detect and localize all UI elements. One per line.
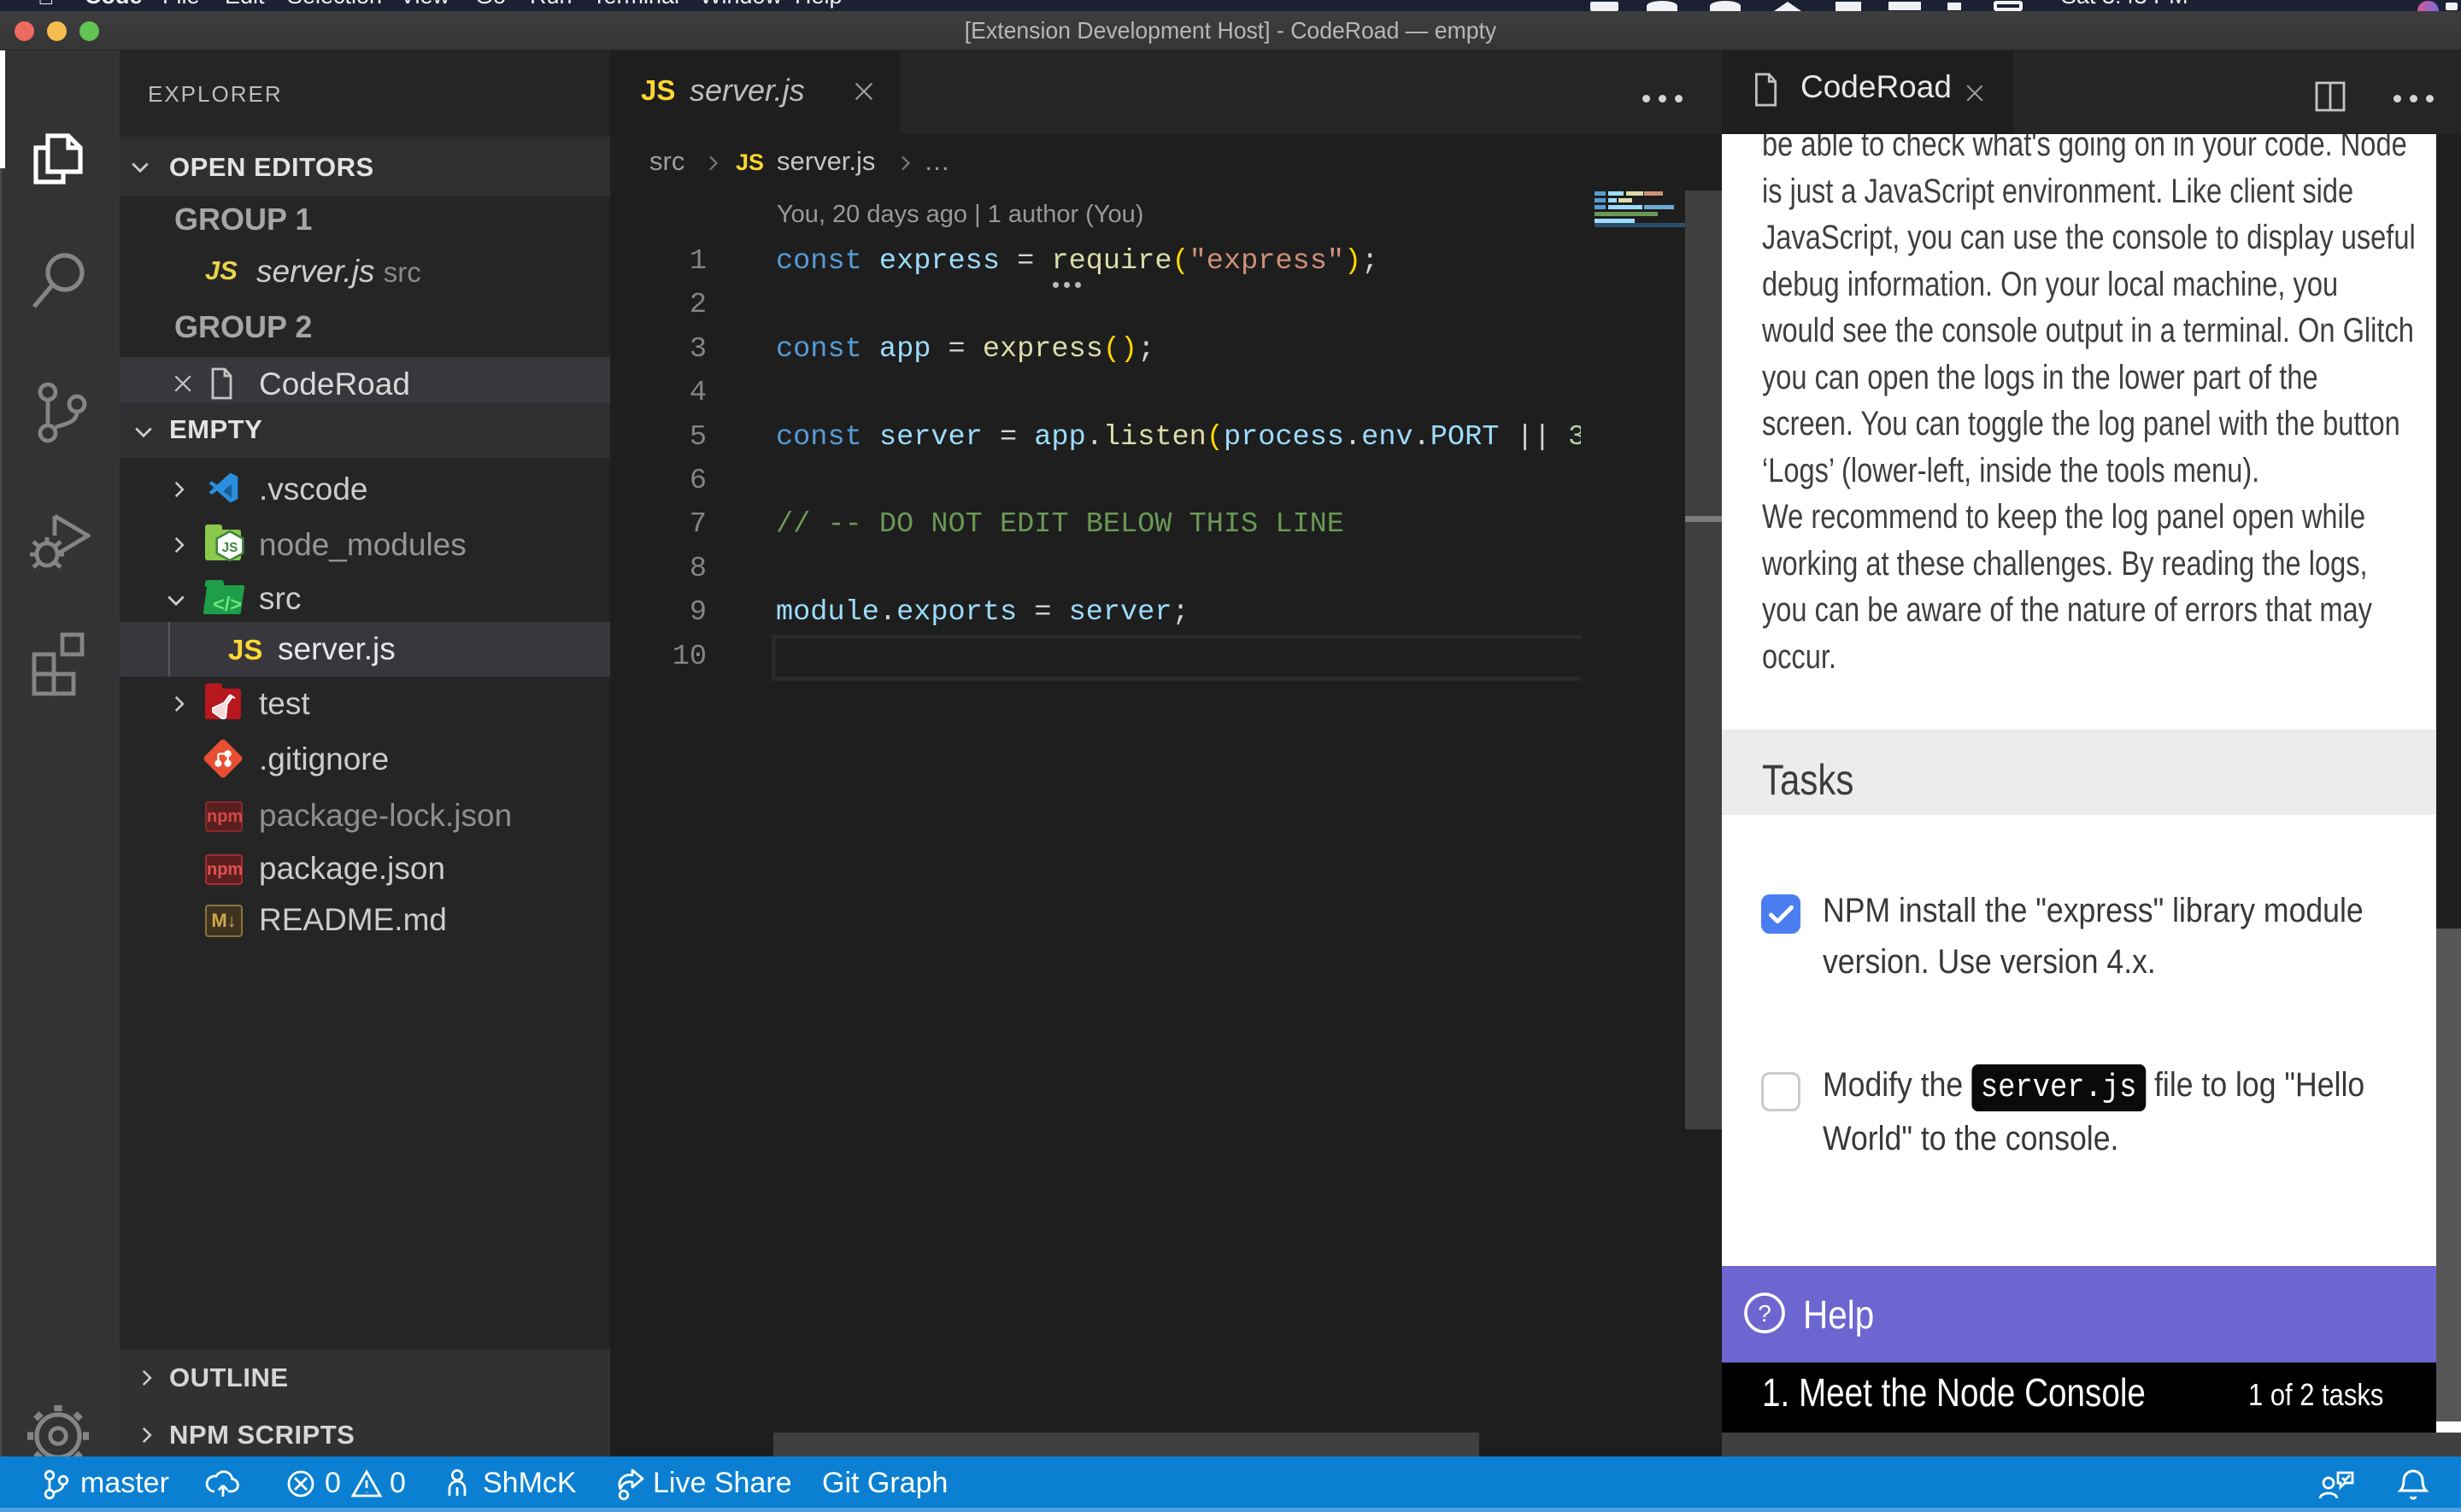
svg-text:JS: JS	[222, 541, 238, 555]
svg-text:</>: </>	[213, 593, 242, 615]
svg-text:?: ?	[1758, 1300, 1771, 1327]
